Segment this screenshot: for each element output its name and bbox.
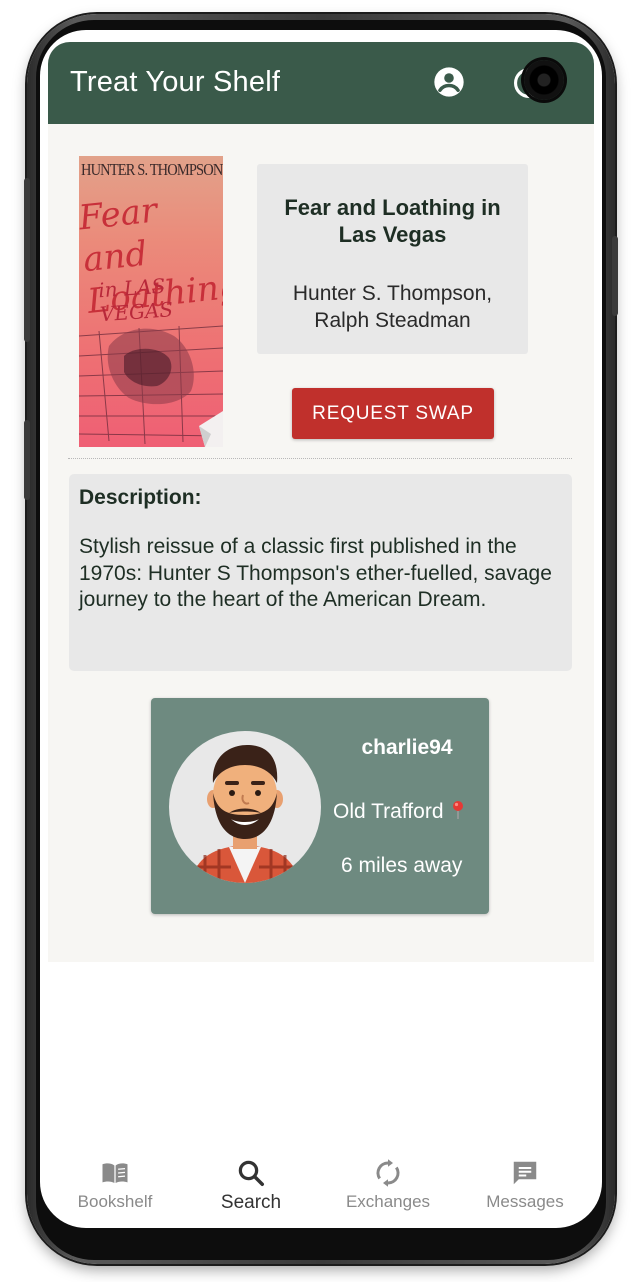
nav-label-bookshelf: Bookshelf — [77, 1192, 153, 1211]
book-cover-image: HUNTER S. THOMPSON Fear and Loathing in … — [79, 156, 223, 447]
nav-label-exchanges: Exchanges — [345, 1192, 431, 1211]
nav-item-messages[interactable]: Messages — [460, 1150, 590, 1212]
account-icon[interactable] — [433, 66, 465, 98]
description-text: Stylish reissue of a classic first publi… — [79, 535, 552, 611]
sync-icon — [376, 1159, 400, 1187]
nav-item-exchanges[interactable]: Exchanges — [323, 1150, 453, 1212]
description-panel: Description: Stylish reissue of a classi… — [69, 474, 572, 671]
book-authors: Hunter S. Thompson, Ralph Steadman — [292, 282, 493, 332]
book-info-panel: Fear and Loathing in Las Vegas Hunter S.… — [257, 164, 528, 354]
owner-card[interactable]: charlie94 Old Trafford 6 miles away — [151, 698, 489, 914]
nav-label-messages: Messages — [486, 1192, 564, 1211]
app-bar: Treat Your Shelf — [48, 42, 594, 124]
owner-location-text: Old Trafford — [333, 800, 444, 823]
section-divider — [68, 458, 572, 459]
cover-illustration — [79, 325, 223, 447]
bottom-navigation: Bookshelf Search Exchanges Messages — [48, 1150, 594, 1220]
location-pin-icon — [453, 801, 464, 819]
cover-author-text: HUNTER S. THOMPSON — [81, 160, 223, 179]
message-icon — [513, 1161, 537, 1185]
app-title: Treat Your Shelf — [70, 66, 281, 98]
search-icon — [238, 1160, 264, 1186]
book-title: Fear and Loathing in Las Vegas — [284, 195, 501, 247]
owner-username: charlie94 — [361, 736, 453, 759]
request-swap-button[interactable]: REQUEST SWAP — [292, 388, 494, 439]
front-camera — [524, 60, 564, 100]
owner-distance: 6 miles away — [341, 854, 463, 877]
nav-label-search: Search — [220, 1192, 282, 1213]
phone-side-button — [24, 178, 30, 342]
nav-item-bookshelf[interactable]: Bookshelf — [50, 1150, 180, 1212]
bearded-man-avatar-icon — [191, 745, 299, 883]
phone-side-button — [24, 420, 30, 500]
description-heading: Description: — [79, 486, 202, 509]
book-icon — [102, 1163, 128, 1183]
phone-side-button — [612, 236, 618, 316]
nav-item-search[interactable]: Search — [186, 1150, 316, 1214]
owner-location: Old Trafford — [333, 800, 465, 824]
avatar — [169, 731, 321, 883]
